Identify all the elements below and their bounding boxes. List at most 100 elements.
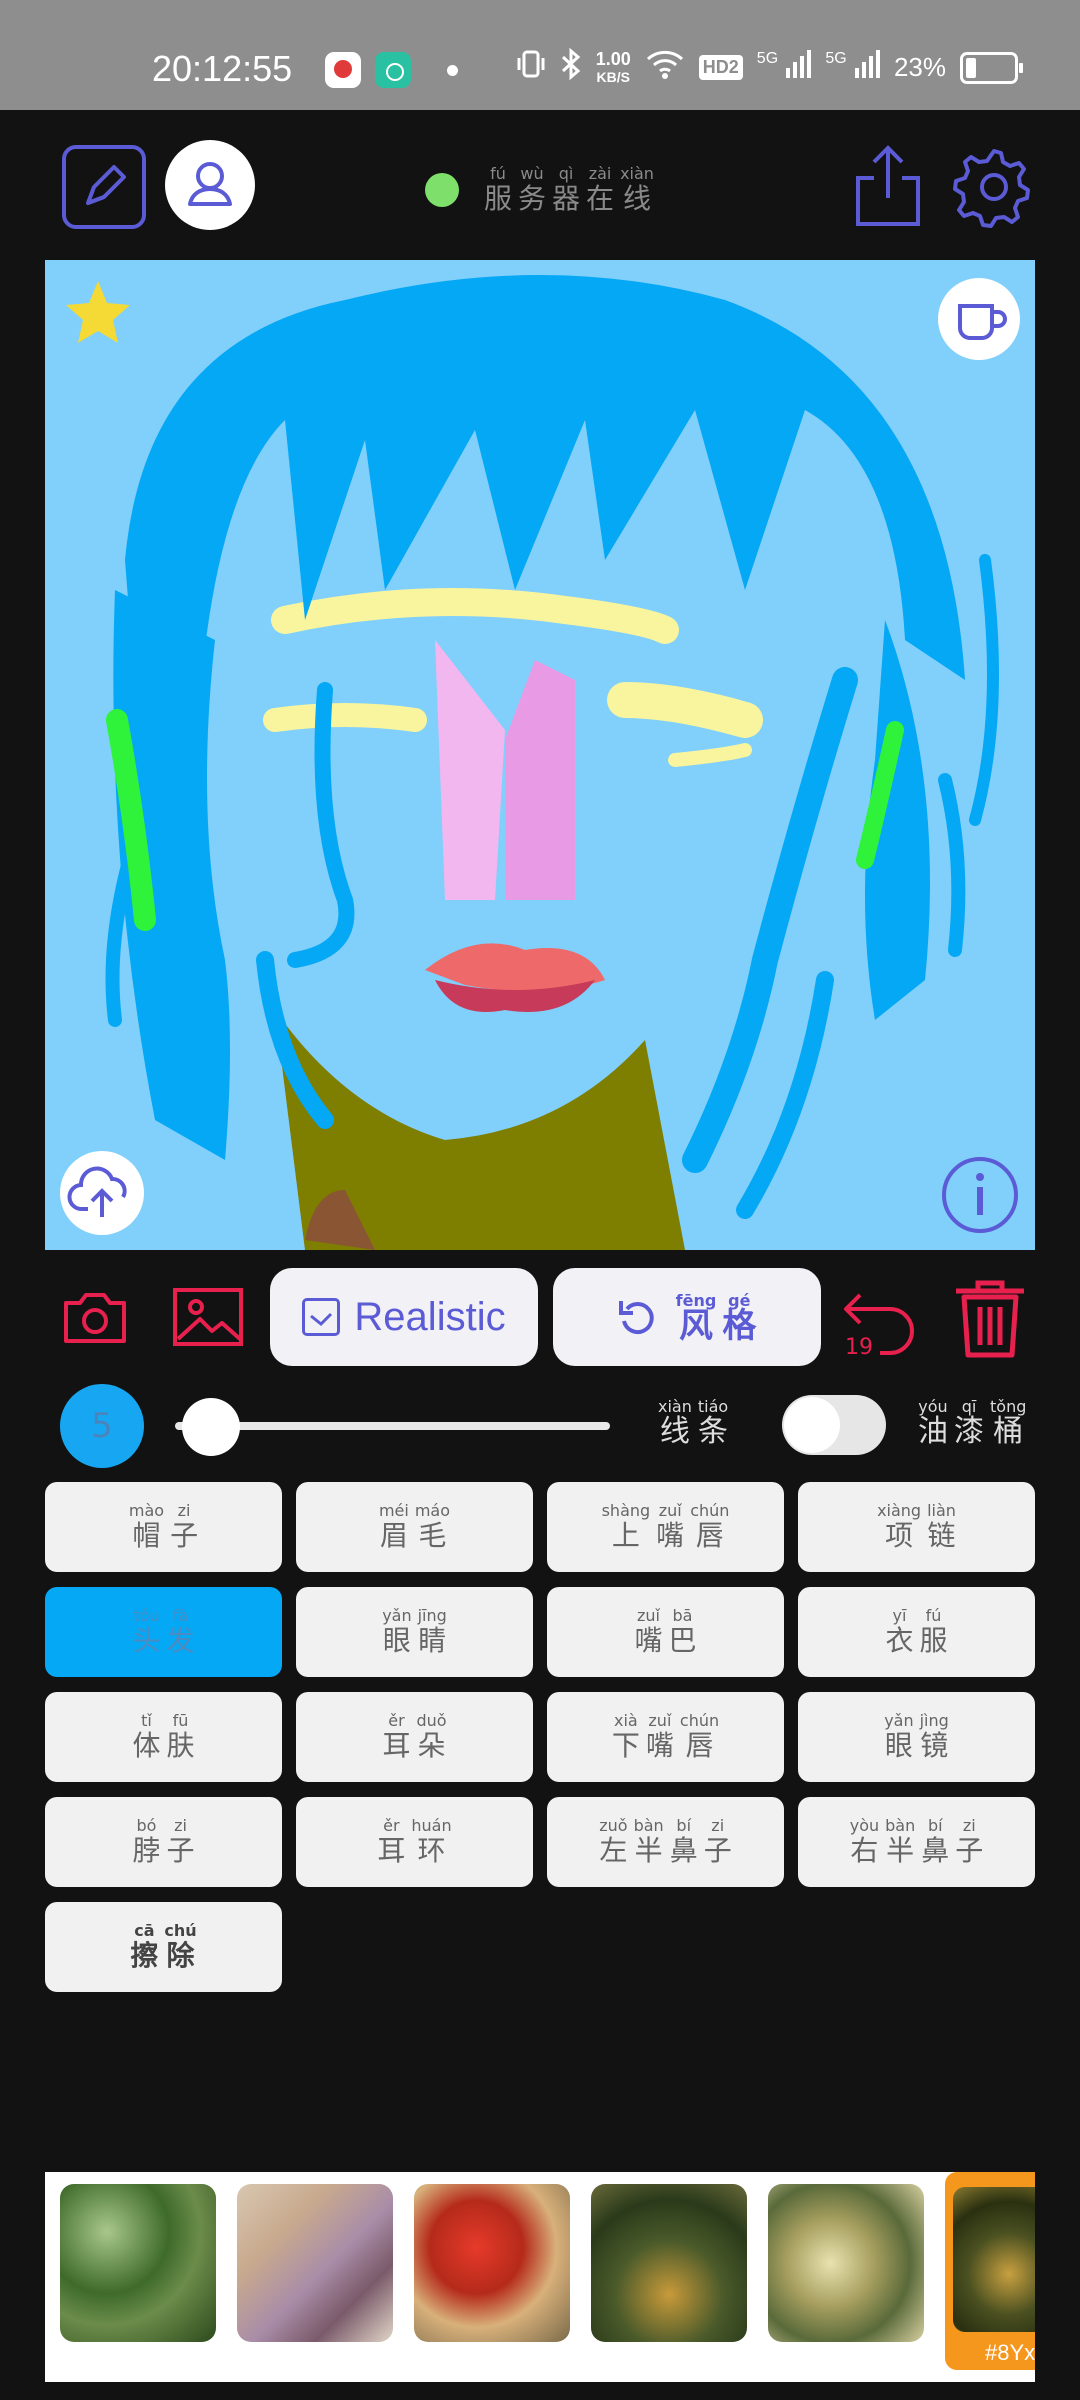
body-part-button[interactable]: yǎn 眼 jìng 镜 [798, 1692, 1035, 1782]
pinyin-character: xiàng 项 [877, 1502, 921, 1552]
style-thumbnail[interactable] [591, 2184, 747, 2342]
pinyin-character: mào 帽 [129, 1502, 164, 1552]
body-part-button[interactable]: shàng 上 zuǐ 嘴 chún 唇 [547, 1482, 784, 1572]
edit-button[interactable] [62, 145, 146, 229]
pinyin-character: fū 肤 [167, 1712, 195, 1762]
style-thumbnail[interactable] [768, 2184, 924, 2342]
pinyin-character: zuǒ 左 [599, 1817, 627, 1867]
pinyin: bó [136, 1816, 157, 1835]
paint-bucket-toggle[interactable] [782, 1395, 886, 1455]
coffee-button[interactable] [938, 278, 1020, 360]
selected-style-tag: #8Yx [985, 2340, 1035, 2365]
pinyin: chún [690, 1501, 730, 1520]
pinyin: zi [177, 1501, 191, 1520]
pinyin: tǐ [141, 1711, 152, 1730]
pinyin: bàn [885, 1816, 916, 1835]
body-part-button[interactable]: zuǐ 嘴 bā 巴 [547, 1587, 784, 1677]
body-part-button[interactable]: bó 脖 zi 子 [45, 1797, 282, 1887]
hanzi: 眼 [382, 1624, 411, 1657]
body-part-button[interactable]: yòu 右 bàn 半 bí 鼻 zi 子 [798, 1797, 1035, 1887]
status-time: 20:12:55 [152, 48, 293, 89]
image-icon [173, 1288, 243, 1346]
pinyin-character: máo 毛 [415, 1502, 450, 1552]
pinyin: bí [676, 1816, 692, 1835]
pinyin-character: zi 子 [704, 1817, 732, 1867]
pinyin-character: zi 子 [955, 1817, 983, 1867]
account-button[interactable] [165, 140, 255, 230]
pinyin-character: yóu 油 [918, 1398, 948, 1448]
pinyin-character: tóu 头 [132, 1607, 160, 1657]
vibrate-icon [516, 48, 546, 87]
pinyin: chún [679, 1711, 720, 1730]
style-button[interactable]: fēng 风 gé 格 [553, 1268, 821, 1366]
hanzi: 眉 [379, 1519, 408, 1552]
hanzi: 桶 [993, 1414, 1024, 1449]
pinyin-character: tiáo 条 [698, 1398, 728, 1448]
gallery-button[interactable] [172, 1287, 244, 1347]
body-part-label: ěr 耳 duǒ 朵 [379, 1712, 449, 1762]
erase-button[interactable]: cā 擦 chú 除 [45, 1902, 282, 1992]
style-thumbnail[interactable] [414, 2184, 570, 2342]
coffee-cup-icon [958, 304, 1007, 340]
brush-size-slider[interactable] [175, 1422, 610, 1430]
pinyin: tóu [133, 1606, 160, 1625]
pinyin: zi [962, 1816, 976, 1835]
hanzi: 环 [417, 1834, 446, 1867]
pinyin-character: liàn 链 [927, 1502, 956, 1552]
pinyin-character: yòu 右 [850, 1817, 879, 1867]
hanzi: 帽 [132, 1519, 161, 1552]
pinyin: shàng [601, 1501, 651, 1520]
body-part-button[interactable]: zuǒ 左 bàn 半 bí 鼻 zi 子 [547, 1797, 784, 1887]
body-part-button[interactable]: méi 眉 máo 毛 [296, 1482, 533, 1572]
body-part-button[interactable]: ěr 耳 huán 环 [296, 1797, 533, 1887]
pinyin-character: ěr 耳 [382, 1712, 410, 1762]
settings-button[interactable] [952, 145, 1036, 229]
user-icon [188, 162, 232, 206]
body-part-button[interactable]: tǐ 体 fū 肤 [45, 1692, 282, 1782]
hanzi: 半 [634, 1834, 663, 1867]
share-button[interactable] [850, 140, 926, 230]
cloud-upload-button[interactable] [60, 1151, 144, 1235]
pinyin: wù [520, 164, 544, 183]
hanzi: 器 [552, 182, 581, 215]
pinyin: jīng [417, 1606, 447, 1625]
hanzi: 线 [659, 1414, 690, 1449]
paint-bucket-label: yóu 油 qī 漆 tǒng 桶 [915, 1398, 1029, 1448]
pinyin-character: wù 务 [518, 165, 546, 215]
hanzi: 半 [886, 1834, 915, 1867]
brush-size-slider-knob[interactable] [181, 1398, 240, 1456]
body-part-button[interactable]: tóu 头 fà 发 [45, 1587, 282, 1677]
body-part-label: cā 擦 chú 除 [127, 1922, 199, 1972]
pinyin-character: jīng 睛 [418, 1607, 447, 1657]
camera-button[interactable] [62, 1287, 128, 1347]
pinyin-character: xiàn 线 [620, 165, 654, 215]
body-part-button[interactable]: xiàng 项 liàn 链 [798, 1482, 1035, 1572]
pinyin-character: zài 在 [586, 165, 614, 215]
info-button[interactable] [940, 1155, 1020, 1235]
body-part-button[interactable]: xià 下 zuǐ 嘴 chún 唇 [547, 1692, 784, 1782]
pinyin: máo [414, 1501, 451, 1520]
body-part-button[interactable]: ěr 耳 duǒ 朵 [296, 1692, 533, 1782]
pinyin-character: jìng 镜 [920, 1712, 949, 1762]
toggle-knob [784, 1397, 840, 1453]
clear-canvas-button[interactable] [950, 1277, 1030, 1361]
style-thumbnail-strip: #8Yx [45, 2172, 1035, 2382]
realistic-toggle-button[interactable]: Realistic [270, 1268, 538, 1366]
style-thumbnail[interactable] [237, 2184, 393, 2342]
pinyin: yǎn [884, 1711, 914, 1730]
body-part-button[interactable]: yī 衣 fú 服 [798, 1587, 1035, 1677]
body-part-button[interactable]: yǎn 眼 jīng 睛 [296, 1587, 533, 1677]
hanzi: 油 [918, 1414, 948, 1449]
favorite-star-icon[interactable] [63, 278, 133, 348]
pinyin: xià [614, 1711, 638, 1730]
hanzi: 鼻 [921, 1834, 950, 1867]
hanzi: 风 [679, 1306, 713, 1346]
body-part-button[interactable]: mào 帽 zi 子 [45, 1482, 282, 1572]
status-bar: 20:12:55 1.00 KB/S HD2 5G 5G 23% [0, 0, 1080, 110]
battery-percent: 23% [893, 52, 946, 82]
style-label: fēng 风 gé 格 [673, 1292, 760, 1346]
hanzi: 耳 [377, 1834, 406, 1867]
hanzi: 衣 [885, 1624, 914, 1657]
drawing-canvas[interactable] [45, 260, 1035, 1250]
style-thumbnail[interactable] [60, 2184, 216, 2342]
